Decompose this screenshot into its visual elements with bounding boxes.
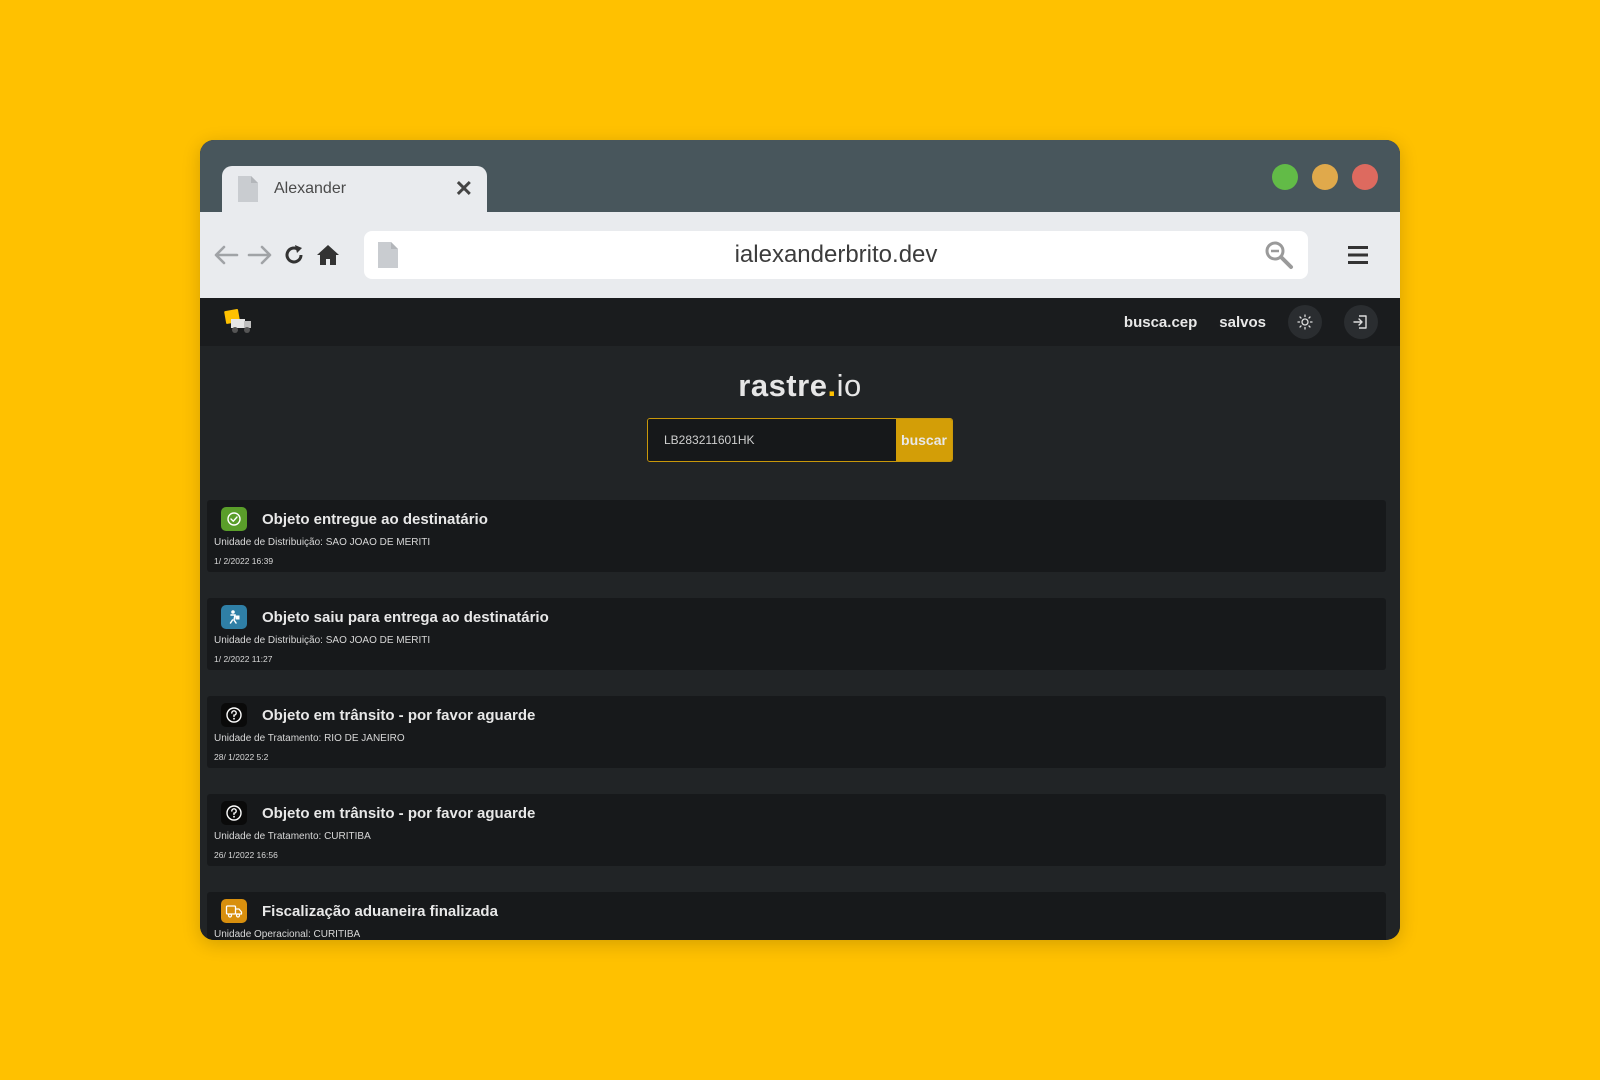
browser-tab[interactable]: Alexander ✕ (222, 166, 487, 212)
reload-icon[interactable] (280, 241, 308, 269)
tab-title: Alexander (274, 180, 347, 197)
list-item: Fiscalização aduaneira finalizada Unidad… (207, 892, 1386, 940)
tracking-search: buscar (647, 418, 953, 462)
event-location: Unidade de Tratamento: CURITIBA (214, 831, 371, 842)
url-text: ialexanderbrito.dev (734, 241, 938, 268)
app-title: rastre.io (200, 368, 1400, 404)
app-header: busca.cep salvos (200, 298, 1400, 346)
browser-window: Alexander ✕ ialexanderbrito.dev busca.ce… (200, 140, 1400, 940)
question-circle-icon (221, 703, 247, 727)
app-content: busca.cep salvos rastre.io LB283211601HK… (200, 298, 1400, 940)
list-item: Objeto entregue ao destinatário Unidade … (207, 500, 1386, 572)
event-time: 28/ 1/2022 5:2 (214, 752, 269, 762)
truck-icon (221, 899, 247, 923)
event-header: Objeto em trânsito - por favor aguarde (221, 801, 1379, 825)
event-title: Objeto entregue ao destinatário (262, 510, 488, 528)
delivery-person-icon (221, 605, 247, 629)
event-header: Fiscalização aduaneira finalizada (221, 899, 1379, 923)
event-location: Unidade de Tratamento: RIO DE JANEIRO (214, 733, 405, 744)
theme-toggle-button[interactable] (1288, 305, 1322, 339)
document-icon (238, 176, 258, 202)
event-location: Unidade de Distribuição: SAO JOAO DE MER… (214, 537, 431, 548)
event-header: Objeto saiu para entrega ao destinatário (221, 605, 1379, 629)
list-item: Objeto saiu para entrega ao destinatário… (207, 598, 1386, 670)
back-arrow-icon[interactable] (212, 241, 240, 269)
event-header: Objeto em trânsito - por favor aguarde (221, 703, 1379, 727)
address-bar[interactable]: ialexanderbrito.dev (364, 231, 1308, 279)
event-title: Objeto em trânsito - por favor aguarde (262, 804, 536, 822)
list-item: Objeto em trânsito - por favor aguarde U… (207, 794, 1386, 866)
nav-busca-cep[interactable]: busca.cep (1124, 314, 1197, 331)
brand-suffix: io (836, 368, 862, 403)
close-window-button[interactable] (1352, 164, 1378, 190)
maximize-button[interactable] (1272, 164, 1298, 190)
minimize-button[interactable] (1312, 164, 1338, 190)
app-nav: busca.cep salvos (1102, 305, 1378, 339)
search-button[interactable]: buscar (896, 419, 952, 461)
event-location: Unidade Operacional: CURITIBA (214, 929, 361, 940)
login-button[interactable] (1344, 305, 1378, 339)
event-title: Objeto em trânsito - por favor aguarde (262, 706, 536, 724)
forward-arrow-icon[interactable] (246, 241, 274, 269)
event-time: 1/ 2/2022 11:27 (214, 654, 273, 664)
event-header: Objeto entregue ao destinatário (221, 507, 1379, 531)
check-circle-icon (221, 507, 247, 531)
page-icon (378, 242, 398, 268)
home-icon[interactable] (314, 241, 342, 269)
close-tab-icon[interactable]: ✕ (455, 178, 473, 200)
event-title: Objeto saiu para entrega ao destinatário (262, 608, 549, 626)
event-time: 26/ 1/2022 16:56 (214, 850, 278, 860)
zoom-search-icon[interactable] (1264, 240, 1294, 270)
title-bar: Alexander ✕ (200, 140, 1400, 212)
delivery-truck-logo-icon[interactable] (222, 306, 254, 338)
hamburger-menu-icon[interactable] (1344, 241, 1372, 269)
login-icon (1353, 315, 1367, 329)
tracking-events-list: Objeto entregue ao destinatário Unidade … (207, 500, 1386, 940)
sun-icon (1297, 314, 1313, 330)
event-location: Unidade de Distribuição: SAO JOAO DE MER… (214, 635, 431, 646)
list-item: Objeto em trânsito - por favor aguarde U… (207, 696, 1386, 768)
event-title: Fiscalização aduaneira finalizada (262, 902, 498, 920)
nav-salvos[interactable]: salvos (1219, 314, 1266, 331)
window-controls (1272, 164, 1378, 190)
browser-toolbar: ialexanderbrito.dev (200, 212, 1400, 298)
question-circle-icon (221, 801, 247, 825)
tracking-code-input[interactable] (648, 419, 896, 461)
brand-dot: . (827, 368, 837, 403)
brand-main: rastre (738, 368, 828, 403)
event-time: 1/ 2/2022 16:39 (214, 556, 274, 566)
